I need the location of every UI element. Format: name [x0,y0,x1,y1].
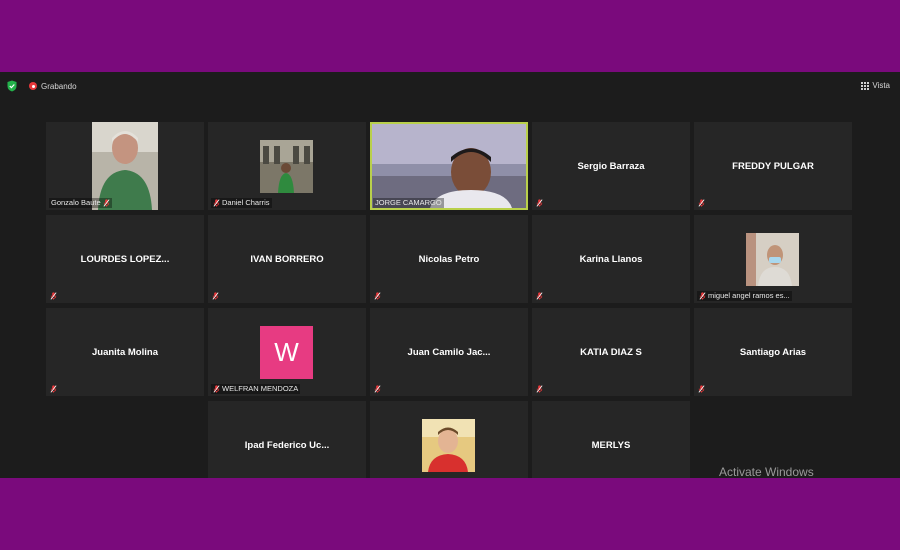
bottom-border-band [0,478,900,550]
mic-muted-icon [103,199,110,207]
participant-tile-lourdes-lopez[interactable]: LOURDES LOPEZ... [46,215,204,303]
participant-tile-ivan-borrero[interactable]: IVAN BORRERO [208,215,366,303]
participant-name: KATIA DIAZ S [580,346,642,358]
participant-tile-jorge-camargo[interactable]: JORGE CAMARGO [370,122,528,210]
participant-name: MERLYS [591,439,631,451]
participant-video [372,124,526,208]
participant-video [422,419,475,472]
record-icon [29,82,37,90]
view-button[interactable]: Vista [861,81,890,90]
mic-muted-icon [213,385,220,393]
participant-name: FREDDY PULGAR [732,160,814,172]
participant-name: Juanita Molina [92,346,158,358]
mic-muted-icon [50,292,57,300]
participant-name-label: Daniel Charris [211,198,272,208]
participant-video [92,122,158,210]
mic-muted-icon [213,199,220,207]
participant-tile-juan-camilo[interactable]: Juan Camilo Jac... [370,308,528,396]
mic-muted-icon [698,199,705,207]
participant-tile-daniel-charris[interactable]: Daniel Charris [208,122,366,210]
participant-name: Ipad Federico Uc... [244,439,330,451]
shield-icon[interactable] [7,80,17,92]
meeting-window: Grabando Vista Gonzalo Baute Daniel Char… [0,72,900,478]
participant-tile-ipad-federico[interactable]: Ipad Federico Uc... [208,401,366,478]
participant-tile-miguel-angel-ramos[interactable]: miguel angel ramos es... [694,215,852,303]
participant-name: Santiago Arias [739,346,807,358]
participant-video [260,140,313,193]
participant-name-label: JORGE CAMARGO [373,198,444,208]
recording-indicator[interactable]: Grabando [29,81,77,91]
mic-muted-icon [536,292,543,300]
participant-avatar: W [260,326,313,379]
participant-name: Sergio Barraza [577,160,645,172]
participant-tile-merlys[interactable]: MERLYS [532,401,690,478]
mic-muted-icon [374,292,381,300]
participant-name: Karina Llanos [579,253,643,265]
mic-muted-icon [699,292,706,300]
mic-muted-icon [50,385,57,393]
meeting-topbar: Grabando Vista [0,72,900,100]
participant-tile-santiago-arias[interactable]: Santiago Arias [694,308,852,396]
gallery-grid-icon [861,81,870,90]
mic-muted-icon [536,385,543,393]
recording-label: Grabando [41,81,77,91]
view-label: Vista [872,81,890,90]
participant-tile-nicolas-petro[interactable]: Nicolas Petro [370,215,528,303]
participant-name-label: WELFRAN MENDOZA [211,384,301,394]
participant-name-label: Gonzalo Baute [49,198,112,208]
participant-tile-karina-llanos[interactable]: Karina Llanos [532,215,690,303]
mic-muted-icon [698,385,705,393]
participant-name: Juan Camilo Jac... [407,346,491,358]
participant-name-label: miguel angel ramos es... [697,291,792,301]
mic-muted-icon [374,385,381,393]
participant-tile-video-participant[interactable] [370,401,528,478]
participant-tile-welfran-mendoza[interactable]: W WELFRAN MENDOZA [208,308,366,396]
participant-tile-katia-diaz[interactable]: KATIA DIAZ S [532,308,690,396]
participant-video [746,233,799,286]
participant-name: Nicolas Petro [418,253,480,265]
participant-name: IVAN BORRERO [250,253,324,265]
participant-tile-gonzalo-baute[interactable]: Gonzalo Baute [46,122,204,210]
participant-tile-freddy-pulgar[interactable]: FREDDY PULGAR [694,122,852,210]
participant-tile-sergio-barraza[interactable]: Sergio Barraza [532,122,690,210]
top-border-band [0,0,900,72]
mic-muted-icon [536,199,543,207]
participant-tile-juanita-molina[interactable]: Juanita Molina [46,308,204,396]
activate-windows-watermark: Activate Windows [719,465,814,478]
participant-name: LOURDES LOPEZ... [80,253,170,265]
mic-muted-icon [212,292,219,300]
